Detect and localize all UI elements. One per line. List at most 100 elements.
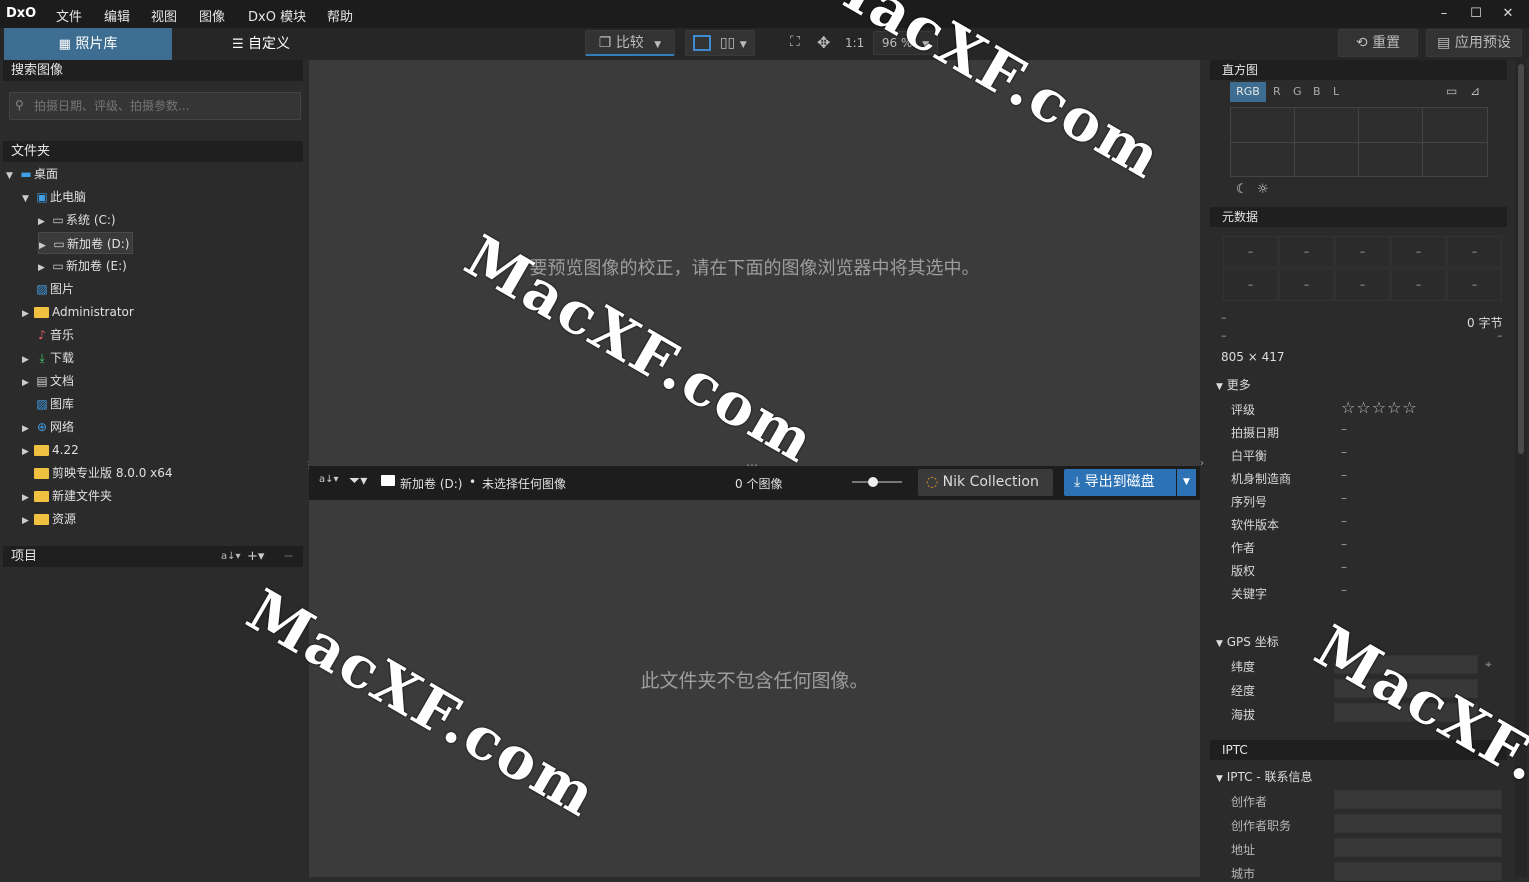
chevron-down-icon[interactable]: ▼ [22, 188, 34, 210]
nik-collection-button[interactable]: ◌ Nik Collection [918, 469, 1053, 496]
metadata-value: – [1341, 468, 1347, 482]
folder-tree-item[interactable]: ▶ ▭ 系统 (C:) [38, 209, 116, 231]
menu-image[interactable]: 图像 [199, 6, 225, 25]
right-splitter[interactable]: › [1200, 60, 1208, 877]
folder-tree-item[interactable]: ▨ 图片 [22, 278, 74, 300]
chevron-right-icon[interactable]: ▶ [39, 235, 51, 257]
folder-tree-item[interactable]: ▶ ▤ 文档 [22, 370, 74, 392]
folder-tree-item[interactable]: ▶ ⊕ 网络 [22, 416, 74, 438]
chevron-down-icon: ▼ [1216, 382, 1223, 392]
iptc-field[interactable] [1334, 790, 1502, 809]
iptc-contact-toggle[interactable]: ▼ IPTC - 联系信息 [1216, 768, 1313, 785]
left-panel: 搜索图像 ⚲ 文件夹 ▼▬桌面▼▣此电脑▶▭系统 (C:)▶▭新加卷 (D:)▶… [0, 60, 314, 877]
map-icon[interactable]: ⌖ [1485, 657, 1492, 672]
export-to-disk-button[interactable]: ⤓ 导出到磁盘 [1064, 469, 1176, 496]
iptc-field[interactable] [1334, 838, 1502, 857]
folder-tree-item[interactable]: ▶ 资源 [22, 508, 76, 530]
close-button[interactable]: ✕ [1493, 3, 1523, 25]
rating-stars[interactable]: ☆☆☆☆☆ [1341, 398, 1418, 417]
metadata-value: – [1341, 583, 1347, 597]
chevron-right-icon[interactable]: ▶ [22, 372, 34, 394]
file-name-value: – [1221, 311, 1227, 324]
metadata-label: 软件版本 [1231, 518, 1280, 532]
search-box[interactable]: ⚲ [9, 92, 301, 120]
channel-rgb[interactable]: RGB [1230, 82, 1266, 102]
remove-project-icon[interactable]: − [283, 546, 294, 567]
more-section-toggle[interactable]: ▼ 更多 [1216, 376, 1251, 393]
channel-g[interactable]: G [1293, 85, 1302, 98]
filter-icon[interactable]: ⏷▾ [349, 473, 367, 489]
search-input[interactable] [34, 96, 296, 116]
dxo-logo: DxO [6, 6, 37, 21]
folder-tree-label: Administrator [52, 305, 134, 319]
menu-edit[interactable]: 编辑 [104, 6, 130, 25]
apply-preset-button[interactable]: ▤ 应用预设 [1426, 29, 1522, 57]
sort-icon[interactable]: a↓▾ [319, 474, 339, 485]
folder-tree-item[interactable]: ▶ ▭ 新加卷 (E:) [38, 255, 127, 277]
chevron-right-icon[interactable]: ▶ [22, 510, 34, 532]
menu-dxo-modules[interactable]: DxO 模块 [248, 6, 306, 25]
chevron-right-icon[interactable]: ▶ [38, 257, 50, 279]
folder-tree-item[interactable]: ▶ 新建文件夹 [22, 485, 112, 507]
tab-customize[interactable]: ☰ 自定义 [173, 28, 349, 60]
shadow-clipping-icon[interactable]: ☾ [1236, 182, 1248, 197]
folder-tree-item[interactable]: ▨ 图库 [22, 393, 74, 415]
gps-section-toggle[interactable]: ▼ GPS 坐标 [1216, 633, 1279, 650]
folder-tree-item[interactable]: ▶ ▭ 新加卷 (D:) [38, 232, 134, 257]
exif-cell: – [1391, 269, 1446, 301]
menu-file[interactable]: 文件 [56, 6, 82, 25]
folder-tree-item[interactable]: ▶ 4.22 [22, 439, 79, 461]
sort-icon[interactable]: a↓▾ [221, 546, 241, 567]
move-icon[interactable]: ✥ [817, 33, 830, 52]
folder-tree-label: 新建文件夹 [52, 489, 113, 503]
chevron-right-icon[interactable]: ▶ [22, 418, 34, 440]
minimize-button[interactable]: – [1429, 3, 1459, 25]
chevron-right-icon[interactable]: ▶ [38, 211, 50, 233]
channel-r[interactable]: R [1273, 85, 1281, 98]
folder-tree-item[interactable]: ▶ Administrator [22, 301, 134, 323]
chevron-down-icon[interactable]: ▼ [6, 165, 18, 187]
slider-thumb[interactable] [868, 477, 878, 487]
maximize-button[interactable]: ☐ [1461, 3, 1491, 25]
folder-tree-item[interactable]: ▼ ▬ 桌面 [6, 163, 58, 185]
reset-button[interactable]: ⟲ 重置 [1338, 29, 1418, 57]
channel-l[interactable]: L [1333, 85, 1339, 98]
add-project-icon[interactable]: +▾ [247, 546, 264, 567]
monitor-icon[interactable]: ▭ [1446, 84, 1457, 98]
tab-library[interactable]: ▦ 照片库 [4, 28, 172, 60]
highlight-clipping-icon[interactable]: ☼ [1257, 182, 1269, 197]
tab-customize-label: 自定义 [248, 36, 291, 52]
file-path-value: – [1221, 329, 1227, 342]
compare-button[interactable]: ❐ 比较 ▼ [585, 30, 675, 56]
download-icon: ⤓ [39, 351, 45, 365]
chevron-right-icon[interactable]: › [1200, 458, 1204, 469]
single-view-icon[interactable] [693, 35, 712, 51]
menu-view[interactable]: 视图 [151, 6, 177, 25]
menu-help[interactable]: 帮助 [327, 6, 353, 25]
export-options-dropdown[interactable]: ▼ [1177, 469, 1196, 496]
layout-toggle[interactable]: ▯▯ ▼ [685, 30, 755, 56]
folder-tree-item[interactable]: ▶ ⤓ 下载 [22, 347, 74, 369]
folder-tree-item[interactable]: 剪映专业版 8.0.0 x64 [22, 462, 173, 484]
thumbnail-size-slider[interactable] [852, 477, 902, 487]
scrollbar-thumb[interactable] [1518, 64, 1524, 454]
split-view-icon[interactable]: ▯▯ [720, 31, 735, 55]
iptc-field[interactable] [1334, 814, 1502, 833]
folder-tree-item[interactable]: ▼ ▣ 此电脑 [22, 186, 86, 208]
zoom-1to1-button[interactable]: 1:1 [845, 36, 864, 50]
softproof-icon[interactable]: ⊿ [1470, 84, 1480, 98]
iptc-field[interactable] [1334, 862, 1502, 881]
chevron-right-icon[interactable]: ▶ [22, 487, 34, 509]
channel-b[interactable]: B [1313, 85, 1321, 98]
chevron-right-icon[interactable]: ▶ [22, 441, 34, 463]
metadata-label: 白平衡 [1231, 449, 1268, 463]
fit-screen-icon[interactable]: ⛶ [790, 34, 800, 50]
panel-resize-handle[interactable]: ⋮ [304, 460, 314, 474]
folder-tree-item[interactable]: ♪ 音乐 [22, 324, 74, 346]
metadata-title: 元数据 [1210, 207, 1507, 227]
chevron-right-icon[interactable]: ▶ [22, 349, 34, 371]
chevron-right-icon[interactable]: ▶ [22, 303, 34, 325]
folder-tree-label: 剪映专业版 8.0.0 x64 [52, 466, 173, 480]
histogram-channel-tabs: RGB R G B L ▭ ⊿ [1230, 82, 1506, 102]
title-bar: DxO 文件 编辑 视图 图像 DxO 模块 帮助 – ☐ ✕ [0, 0, 1529, 28]
